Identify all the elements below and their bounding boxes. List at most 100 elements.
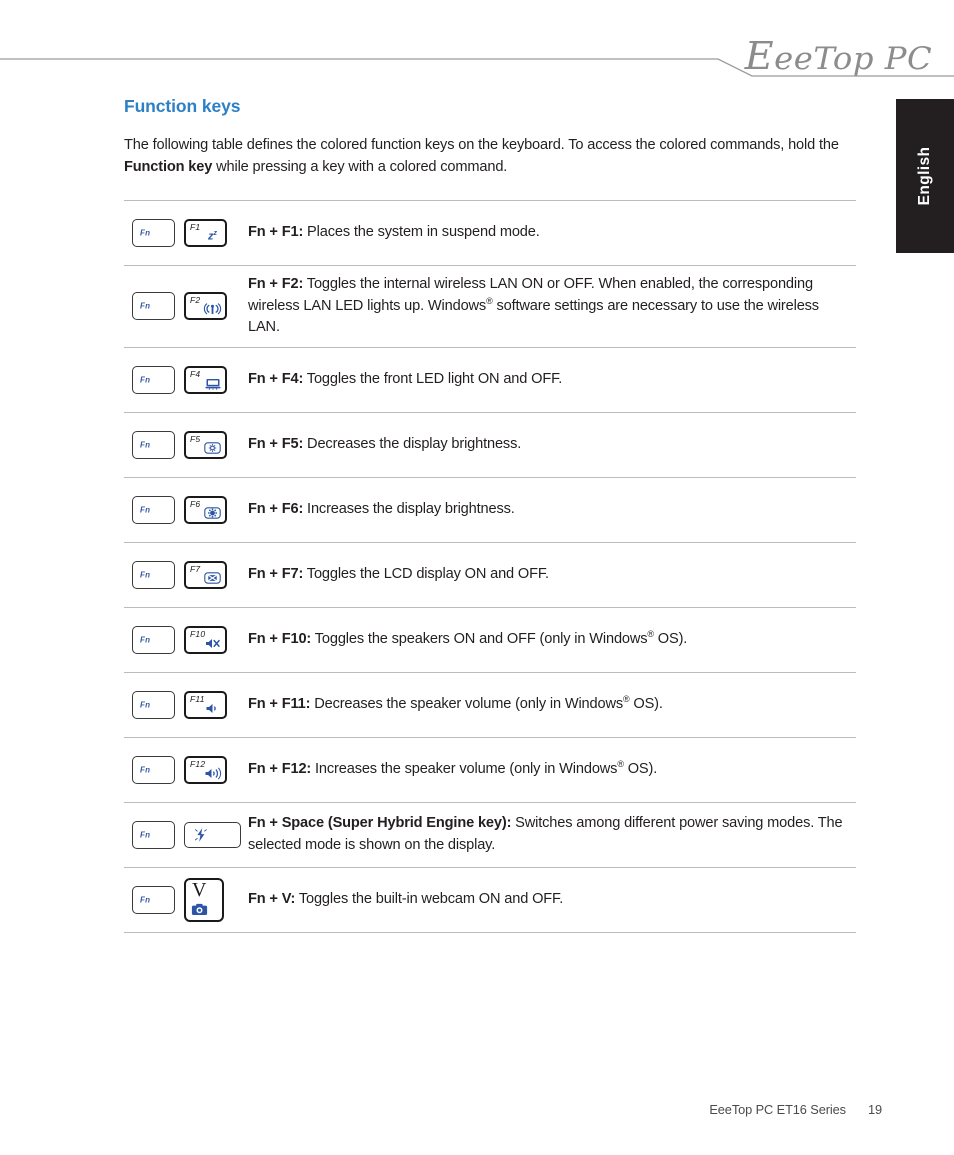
fn-keycap-label: Fn	[140, 765, 151, 774]
sleep-zz-icon: zz	[208, 230, 217, 243]
table-row: Fn F11 Fn + F11: Decreases the speaker vol…	[124, 673, 856, 738]
language-tab-label: English	[916, 146, 933, 206]
key-combo-label: Fn + F4:	[248, 370, 304, 387]
page-content: Function keys The following table define…	[124, 96, 856, 933]
footer-page-number: 19	[867, 1102, 882, 1117]
space-keycap	[184, 821, 241, 848]
key-combo-label: Fn + F5:	[248, 435, 304, 452]
key-combo-label: Fn + V:	[248, 890, 296, 907]
fn-keycap-label: Fn	[140, 895, 151, 904]
table-row: Fn F12 Fn + F12: Increases the speaker vol…	[124, 738, 856, 803]
key-description-text: Toggles the front LED light ON and OFF.	[303, 370, 563, 387]
fn-keycap: Fn	[132, 365, 175, 394]
table-row: Fn V Fn + V: Toggles the built-in webcam O…	[124, 868, 856, 933]
language-tab-english: English	[896, 99, 954, 253]
key-description-cell: Fn + F4: Toggles the front LED light ON …	[248, 369, 856, 391]
key-combination-cell: Fn F11	[124, 690, 248, 719]
key-combo-label: Fn + Space (Super Hybrid Engine key):	[248, 815, 512, 831]
fn-keycap-label: Fn	[140, 635, 151, 644]
logo-rest: eeTop PC	[774, 41, 932, 77]
key-description-cell: Fn + F10: Toggles the speakers ON and OF…	[248, 629, 856, 651]
function-keycap-f1: F1 zz	[184, 219, 227, 247]
key-combo-label: Fn + F6:	[248, 500, 304, 517]
fn-keycap-label: Fn	[140, 505, 151, 514]
function-keys-table: Fn F1 zz Fn + F1: Places the system in susp…	[124, 200, 856, 933]
super-hybrid-engine-icon	[194, 827, 208, 842]
key-description-cell: Fn + F5: Decreases the display brightnes…	[248, 434, 856, 456]
fn-keycap-label: Fn	[140, 375, 151, 384]
eeetop-pc-logo: EeeTop PC	[745, 34, 932, 78]
key-description-cell: Fn + F11: Decreases the speaker volume (…	[248, 694, 856, 716]
function-keycap-label: F5	[190, 433, 201, 444]
key-description-cell: Fn + F6: Increases the display brightnes…	[248, 499, 856, 521]
key-description-text: Toggles the LCD display ON and OFF.	[303, 565, 549, 582]
fn-keycap: Fn	[132, 430, 175, 459]
key-combination-cell: Fn F2	[124, 292, 248, 321]
key-description-cell: Fn + V: Toggles the built-in webcam ON a…	[248, 889, 856, 911]
key-description-text: Decreases the speaker volume (only in Wi…	[310, 693, 663, 712]
fn-keycap-label: Fn	[140, 570, 151, 579]
function-keycap-f10: F10	[184, 625, 227, 654]
fn-keycap-label: Fn	[140, 301, 151, 311]
key-description-cell: Fn + F2: Toggles the internal wireless L…	[248, 274, 856, 339]
table-row: Fn F10 Fn + F10: Toggles the speakers ON a…	[124, 608, 856, 673]
key-description-cell: Fn + F1: Places the system in suspend mo…	[248, 222, 856, 244]
lcd-display-toggle-icon	[204, 571, 221, 586]
table-row: Fn F4 Fn + F4: Toggles the front LED light…	[124, 348, 856, 413]
key-combination-cell: Fn F1 zz	[124, 219, 248, 247]
table-row: Fn F5 Fn + F5: Decreases the display brigh…	[124, 413, 856, 478]
function-keycap-label: F2	[190, 295, 201, 306]
function-keycap-f7: F7	[184, 560, 227, 589]
key-combo-label: Fn + F2:	[248, 276, 304, 292]
wireless-lan-icon	[203, 302, 222, 317]
key-description-text: Toggles the internal wireless LAN ON or …	[248, 276, 819, 335]
function-keycap-f6: F6	[184, 495, 227, 524]
logo-initial: E	[744, 34, 775, 78]
fn-keycap: Fn	[132, 495, 175, 524]
brightness-down-icon	[204, 441, 221, 456]
key-combination-cell: Fn F7	[124, 560, 248, 589]
key-description-text: Toggles the speakers ON and OFF (only in…	[311, 628, 688, 647]
key-description-cell: Fn + F12: Increases the speaker volume (…	[248, 759, 856, 781]
key-combination-cell: Fn F6	[124, 495, 248, 524]
intro-text-part1: The following table defines the colored …	[124, 137, 839, 153]
page-title: Function keys	[124, 96, 241, 116]
key-combo-label: Fn + F10:	[248, 630, 312, 647]
webcam-camera-icon	[191, 902, 208, 917]
key-description-text: Increases the speaker volume (only in Wi…	[311, 758, 658, 777]
page-footer: EeeTop PC ET16 Series 19	[709, 1102, 882, 1117]
fn-keycap-label: Fn	[140, 440, 151, 449]
page-header: EeeTop PC	[0, 0, 954, 92]
volume-up-icon	[204, 766, 221, 781]
table-row: Fn F1 zz Fn + F1: Places the system in susp…	[124, 201, 856, 266]
function-keycap-f12: F12	[184, 755, 227, 784]
function-keycap-label: F11	[190, 693, 205, 704]
front-led-light-icon	[204, 376, 221, 391]
brightness-up-icon	[204, 506, 221, 521]
table-row: Fn F2 Fn + F2: Toggles the internal wirele…	[124, 266, 856, 348]
function-keycap-f5: F5	[184, 430, 227, 459]
table-row: Fn Fn + Space (Super Hybrid Engine key): …	[124, 803, 856, 868]
table-row: Fn F6 Fn + F6: Increases the display brigh…	[124, 478, 856, 543]
key-combination-cell: Fn	[124, 820, 248, 849]
key-combo-label: Fn + F7:	[248, 565, 304, 582]
intro-bold-function-key: Function key	[124, 158, 213, 175]
key-combination-cell: Fn F4	[124, 365, 248, 394]
key-description-cell: Fn + Space (Super Hybrid Engine key): Sw…	[248, 813, 856, 856]
function-keycap-label: F6	[190, 498, 201, 509]
intro-paragraph: The following table defines the colored …	[124, 135, 839, 178]
function-keycap-label: F4	[190, 368, 201, 379]
key-description-text: Increases the display brightness.	[303, 500, 515, 517]
fn-keycap-label: Fn	[140, 700, 151, 709]
fn-keycap: Fn	[132, 820, 175, 849]
key-combination-cell: Fn F10	[124, 625, 248, 654]
function-keycap-f4: F4	[184, 365, 227, 394]
speaker-mute-icon	[204, 636, 221, 651]
key-combo-label: Fn + F1:	[248, 224, 304, 241]
key-combo-label: Fn + F11:	[248, 695, 311, 712]
key-combo-label: Fn + F12:	[248, 760, 312, 777]
fn-keycap: Fn	[132, 292, 175, 321]
v-keycap-label: V	[192, 878, 207, 901]
function-keycap-f11: F11	[184, 690, 227, 719]
key-combination-cell: Fn F5	[124, 430, 248, 459]
